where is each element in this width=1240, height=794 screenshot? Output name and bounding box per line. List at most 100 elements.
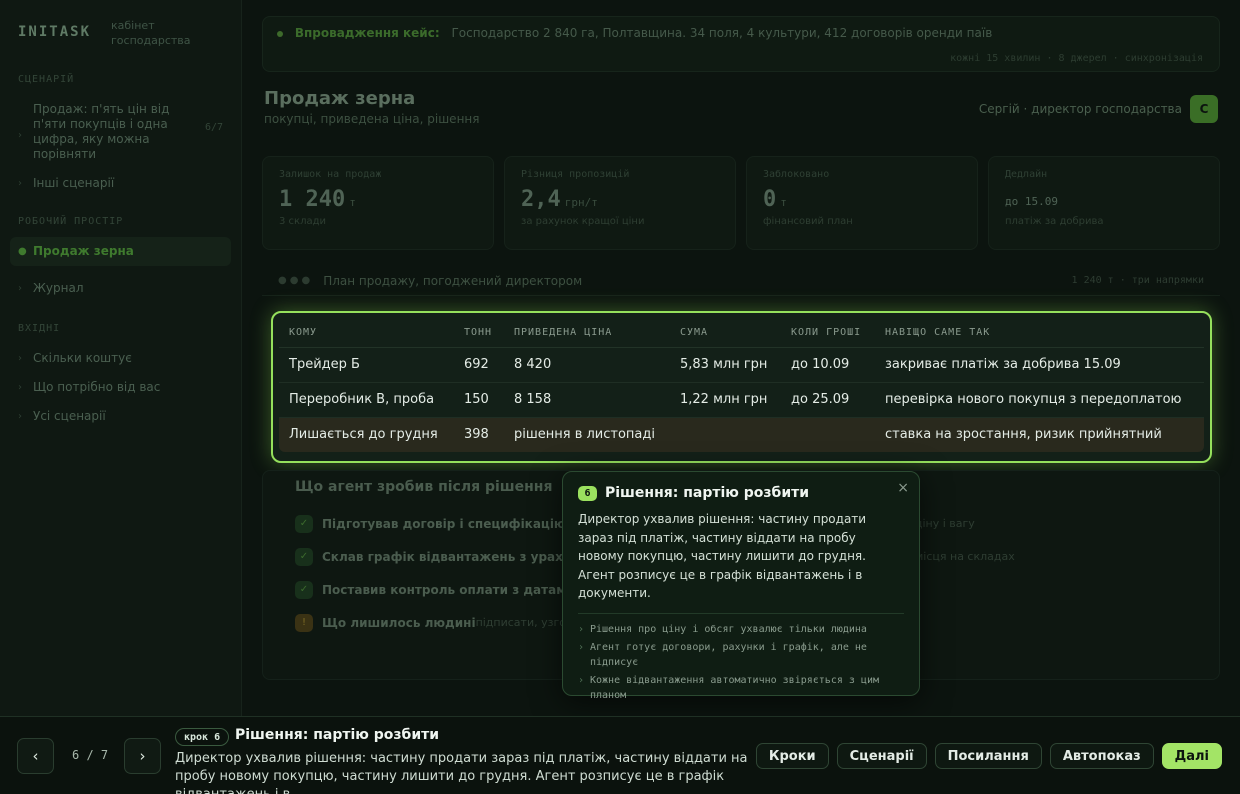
sidebar-item-label: Усі сценарії [33, 409, 106, 423]
action-label: Підготував договір і специфікацію [322, 516, 566, 531]
kpi-label: Різниця пропозицій [521, 169, 630, 180]
step-title: Рішення: партію розбити [235, 727, 440, 743]
sidebar-section-workspace: РОБОЧИЙ ПРОСТІР [18, 216, 124, 227]
kpi-label: Залишок на продаж [279, 169, 382, 180]
case-banner: Впровадження кейс: Господарство 2 840 га… [262, 16, 1220, 72]
page-subtitle: покупці, приведена ціна, рішення [264, 112, 480, 126]
sidebar-item-label: Журнал [33, 281, 84, 295]
plan-summary: 1 240 т · три напрямки [1071, 275, 1204, 286]
sidebar: INITASK кабінет господарства СЦЕНАРІЙ › … [0, 0, 242, 716]
col-header-recipient: КОМУ [279, 319, 454, 348]
action-tail: ціну і вагу [915, 517, 975, 530]
cell-payment-date: до 25.09 [781, 382, 875, 418]
cell-recipient: Переробник В, проба [279, 382, 454, 418]
chevron-right-icon: › [18, 178, 22, 189]
kpi-number: 0 [763, 187, 777, 212]
sidebar-item-label: Продаж: п'ять цін від п'яти покупців і о… [33, 102, 170, 161]
brand: INITASK кабінет господарства [10, 18, 231, 48]
cell-payment-date: до 10.09 [781, 347, 875, 383]
table-row[interactable]: Трейдер Б 692 8 420 5,83 млн грн до 10.0… [279, 347, 1204, 383]
sidebar-item-other-scenarios[interactable]: › Інші сценарії [10, 169, 231, 198]
autoplay-button[interactable]: Автопоказ [1049, 743, 1154, 769]
chevron-right-icon: › [18, 130, 22, 141]
page-title: Продаж зерна [264, 88, 416, 109]
dot-icon: ● [18, 246, 27, 257]
kpi-note: за рахунок кращої ціни [521, 216, 645, 227]
sidebar-item-journal[interactable]: › Журнал [10, 274, 231, 303]
popover-notes: Рішення про ціну і обсяг ухвалює тільки … [578, 622, 904, 703]
check-icon: ✓ [295, 547, 313, 566]
kpi-unit: т [780, 196, 787, 209]
cell-sum: 5,83 млн грн [670, 347, 781, 383]
sales-plan-table: КОМУ ТОНН ПРИВЕДЕНА ЦІНА СУМА КОЛИ ГРОШІ… [271, 311, 1212, 463]
plan-table: КОМУ ТОНН ПРИВЕДЕНА ЦІНА СУМА КОЛИ ГРОШІ… [279, 319, 1204, 452]
table-row[interactable]: Лишається до грудня 398 рішення в листоп… [279, 417, 1204, 452]
user-name: Сергій · директор господарства [978, 102, 1182, 116]
table-row[interactable]: Переробник В, проба 150 8 158 1,22 млн г… [279, 382, 1204, 418]
banner-title: Впровадження кейс: [294, 26, 440, 40]
table-header-row: КОМУ ТОНН ПРИВЕДЕНА ЦІНА СУМА КОЛИ ГРОШІ… [279, 319, 1204, 348]
kpi-number: 1 240 [279, 187, 346, 212]
cell-tons: 150 [454, 382, 504, 418]
next-step-button[interactable]: › [124, 738, 161, 774]
tour-actions: Кроки Сценарії Посилання Автопоказ Далі [755, 743, 1222, 769]
banner-text: Господарство 2 840 га, Полтавщина. 34 по… [451, 26, 993, 40]
cell-reason: перевірка нового покупця з передоплатою [875, 382, 1204, 418]
sidebar-item-label: Скільки коштує [33, 351, 132, 365]
kpi-value: 0т [763, 187, 961, 212]
kpi-row: Залишок на продаж 1 240 т 3 склади Різниц… [262, 156, 1220, 250]
kpi-unit: т [349, 196, 356, 209]
sidebar-section-scenario: СЦЕНАРІЙ [18, 74, 75, 85]
col-header-payment-date: КОЛИ ГРОШІ [781, 319, 875, 348]
banner-note: кожні 15 хвилин · 8 джерел · синхронізац… [950, 53, 1203, 64]
kpi-value: до 15.09 [1005, 195, 1058, 208]
sidebar-item-grain-sale[interactable]: ● Продаж зерна [10, 237, 231, 266]
close-icon[interactable]: × [897, 480, 909, 496]
chevron-right-icon: › [18, 411, 22, 422]
kpi-note: платіж за добрива [1005, 216, 1104, 227]
kpi-label: Заблоковано [763, 169, 830, 180]
scenarios-button[interactable]: Сценарії [836, 743, 927, 769]
col-header-tons: ТОНН [454, 319, 504, 348]
list-item: Кожне відвантаження автоматично звіряєть… [578, 673, 904, 703]
links-button[interactable]: Посилання [934, 743, 1042, 769]
sidebar-item-label: Інші сценарії [33, 176, 115, 190]
chevron-right-icon: › [18, 353, 22, 364]
tour-bottom-bar: ‹ 6 / 7 › крок 6 Рішення: партію розбити… [0, 716, 1240, 794]
chevron-right-icon: › [18, 382, 22, 393]
step-popover: 6 Рішення: партію розбити × Директор ухв… [562, 471, 920, 701]
col-header-price: ПРИВЕДЕНА ЦІНА [504, 319, 670, 348]
cell-tons: 692 [454, 347, 504, 383]
cell-recipient: Лишається до грудня [279, 417, 454, 452]
sidebar-item-scenario[interactable]: › Продаж: п'ять цін від п'яти покупців і… [10, 95, 231, 169]
plan-title: План продажу, погоджений директором [323, 273, 583, 288]
cell-reason: ставка на зростання, ризик прийнятний [875, 417, 1204, 452]
warning-icon: ! [295, 613, 313, 632]
kpi-note: фінансовий план [763, 216, 853, 227]
step-description: Директор ухвалив рішення: частину продат… [175, 751, 748, 794]
check-icon: ✓ [295, 580, 313, 599]
action-label: Що лишилось людині [322, 615, 476, 630]
cell-tons: 398 [454, 417, 504, 452]
prev-step-button[interactable]: ‹ [17, 738, 54, 774]
brand-logo: INITASK [18, 24, 92, 40]
kpi-label: Дедлайн [1005, 169, 1048, 180]
sidebar-item-all-scenarios[interactable]: › Усі сценарії [10, 402, 231, 431]
cell-sum: 1,22 млн грн [670, 382, 781, 418]
cell-sum [670, 417, 781, 452]
step-number-badge: 6 [578, 485, 597, 501]
next-button[interactable]: Далі [1161, 743, 1222, 769]
steps-button[interactable]: Кроки [755, 743, 829, 769]
cell-recipient: Трейдер Б [279, 347, 454, 383]
cell-price: 8 158 [504, 382, 670, 418]
action-label: Поставив контроль оплати з датами [322, 582, 575, 597]
sidebar-item-requirements[interactable]: › Що потрібно від вас [10, 373, 231, 402]
avatar[interactable]: С [1190, 95, 1218, 123]
step-badge: крок 6 [175, 728, 230, 746]
kpi-value: 2,4 грн/т [521, 187, 719, 212]
kpi-card: Різниця пропозицій 2,4 грн/т за рахунок к… [504, 156, 736, 250]
user-menu[interactable]: Сергій · директор господарства С [979, 95, 1218, 123]
check-icon: ✓ [295, 514, 313, 533]
col-header-sum: СУМА [670, 319, 781, 348]
sidebar-item-cost[interactable]: › Скільки коштує [10, 344, 231, 373]
